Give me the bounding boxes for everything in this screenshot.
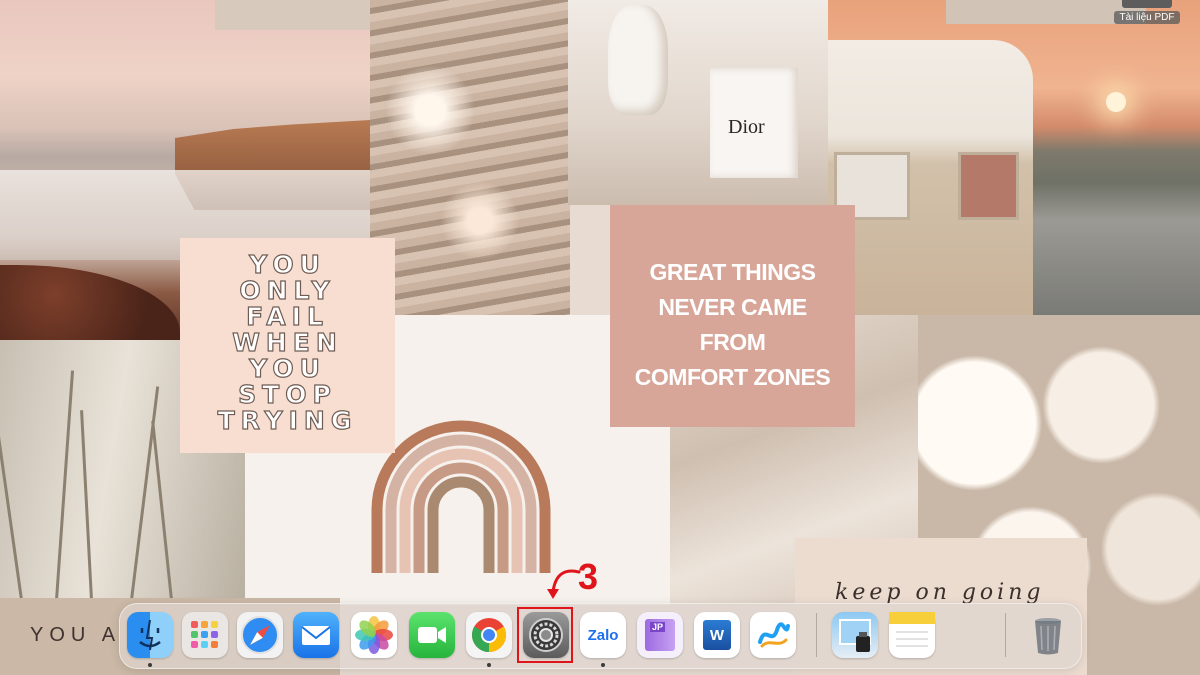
- dock-separator: [1005, 613, 1006, 657]
- grass-stalk: [151, 420, 173, 600]
- dock-item-notes[interactable]: [889, 612, 935, 658]
- mail-icon: [301, 626, 331, 645]
- script-text: keep on going: [835, 580, 1045, 605]
- bag-brand: Dior: [728, 116, 765, 138]
- dock-item-mail[interactable]: [293, 612, 339, 658]
- quote-line: COMFORT ZONES: [634, 364, 831, 390]
- dock-item-safari[interactable]: [237, 612, 283, 658]
- trash-icon: [1035, 618, 1061, 655]
- launchpad-icon: [191, 621, 218, 648]
- quote-line: NEVER CAME: [658, 294, 807, 320]
- folder-icon: [1122, 0, 1172, 8]
- running-indicator: [148, 663, 152, 667]
- quote-line: GREAT THINGS: [649, 259, 816, 285]
- freeform-icon: [758, 622, 790, 648]
- dock-item-freeform[interactable]: [750, 612, 796, 658]
- running-indicator: [487, 663, 491, 667]
- quote-card-right: GREAT THINGS NEVER CAME FROM COMFORT ZON…: [610, 205, 855, 427]
- grass-stalk: [80, 410, 93, 600]
- quote-line: STOP: [238, 380, 337, 409]
- notes-icon: [889, 612, 935, 647]
- grass-stalk: [55, 370, 75, 600]
- dock-item-photos[interactable]: [351, 612, 397, 658]
- quote-line: YOU: [249, 354, 326, 383]
- word-icon: W: [703, 620, 731, 650]
- sun-shape: [1106, 92, 1126, 112]
- step-number: 3: [578, 556, 599, 597]
- quote-line: ONLY: [239, 276, 336, 305]
- dock-item-launchpad[interactable]: [182, 612, 228, 658]
- grass-stalk: [0, 401, 23, 600]
- chrome-icon: [472, 618, 506, 652]
- desktop-file-pdf[interactable]: Tài liệu PDF: [1114, 0, 1180, 28]
- step-annotation: 3: [547, 556, 617, 602]
- running-indicator: [601, 663, 605, 667]
- dictionary-icon-label: JP: [650, 622, 666, 632]
- dock-item-word[interactable]: W: [694, 612, 740, 658]
- finder-icon: [139, 619, 161, 651]
- shopping-bag: Dior: [710, 68, 798, 178]
- dock: Zalo JP W: [119, 603, 1082, 669]
- dock-item-preview[interactable]: [832, 612, 878, 658]
- grass-stalk: [130, 386, 160, 600]
- quote-line: WHEN: [232, 328, 343, 357]
- dictionary-icon: JP: [645, 619, 675, 651]
- dock-item-zalo[interactable]: Zalo: [580, 612, 626, 658]
- wallpaper-bust-photo: Dior: [568, 0, 830, 205]
- dock-item-trash[interactable]: [1025, 612, 1071, 658]
- desktop-file-label: Tài liệu PDF: [1114, 11, 1180, 24]
- preview-icon: [839, 619, 871, 652]
- dock-separator: [816, 613, 817, 657]
- van-window: [958, 152, 1019, 220]
- bottom-left-text: YOU A: [30, 624, 122, 646]
- safari-icon: [241, 616, 279, 654]
- quote-card-left: YOU ONLY FAIL WHEN YOU STOP TRYING: [180, 238, 395, 453]
- wallpaper-van-photo: [828, 0, 1200, 315]
- wallpaper-water-photo: [370, 0, 570, 315]
- van-body: [828, 40, 1033, 315]
- dock-item-chrome[interactable]: [466, 612, 512, 658]
- brush-shape: [0, 265, 180, 340]
- dock-item-dictionary[interactable]: JP: [637, 612, 683, 658]
- bust-shape: [608, 5, 668, 115]
- dock-item-facetime[interactable]: [409, 612, 455, 658]
- quote-left-text: YOU ONLY FAIL WHEN YOU STOP TRYING: [180, 250, 395, 435]
- facetime-icon: [418, 627, 446, 643]
- highlight-box-system-settings: [517, 607, 573, 663]
- quote-line: FROM: [699, 329, 766, 355]
- quote-line: FAIL: [245, 302, 329, 331]
- dock-item-finder[interactable]: [127, 612, 173, 658]
- quote-right-text: GREAT THINGS NEVER CAME FROM COMFORT ZON…: [610, 255, 855, 395]
- quote-line: YOU: [249, 250, 326, 279]
- photos-icon: [355, 616, 393, 654]
- quote-line: TRYING: [217, 406, 358, 435]
